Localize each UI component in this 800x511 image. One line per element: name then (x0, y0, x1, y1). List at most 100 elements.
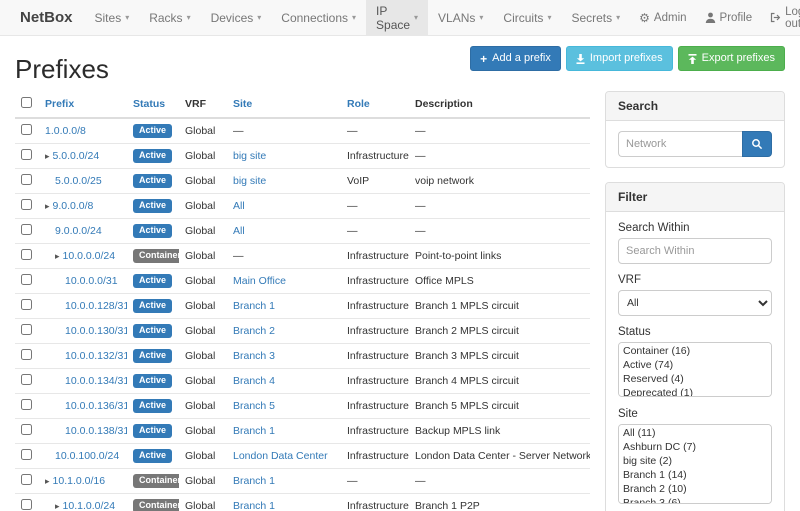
column-header-status[interactable]: Status (127, 91, 179, 118)
site-link[interactable]: London Data Center (233, 450, 328, 462)
prefix-link[interactable]: 10.0.0.130/31 (65, 325, 127, 337)
select-option[interactable]: Branch 3 (6) (620, 496, 770, 504)
site-link[interactable]: All (233, 200, 245, 212)
prefix-link[interactable]: 9.0.0.0/8 (53, 200, 94, 212)
select-all-checkbox[interactable] (21, 97, 32, 108)
nav-item-vlans[interactable]: VLANs▾ (428, 0, 493, 35)
select-option[interactable]: big site (2) (620, 454, 770, 468)
row-checkbox[interactable] (21, 499, 32, 510)
add-a-prefix-button[interactable]: +Add a prefix (470, 46, 561, 71)
search-button[interactable] (742, 131, 772, 157)
prefix-link[interactable]: 10.1.0.0/16 (53, 475, 106, 487)
column-header-prefix[interactable]: Prefix (39, 91, 127, 118)
prefix-link[interactable]: 5.0.0.0/24 (53, 150, 100, 162)
select-option[interactable]: Branch 1 (14) (620, 468, 770, 482)
button-label: Export prefixes (702, 52, 775, 65)
site-link[interactable]: Branch 3 (233, 350, 275, 362)
site-link[interactable]: Branch 1 (233, 300, 275, 312)
expand-caret-icon[interactable]: ▸ (45, 151, 50, 161)
nav-item-secrets[interactable]: Secrets▾ (561, 0, 630, 35)
site-link[interactable]: big site (233, 150, 266, 162)
nav-item-circuits[interactable]: Circuits▾ (493, 0, 561, 35)
select-option[interactable]: Branch 2 (10) (620, 482, 770, 496)
row-checkbox[interactable] (21, 149, 32, 160)
select-option[interactable]: Reserved (4) (620, 372, 770, 386)
expand-caret-icon[interactable]: ▸ (55, 251, 60, 261)
nav-item-devices[interactable]: Devices▾ (201, 0, 272, 35)
row-checkbox[interactable] (21, 324, 32, 335)
site-link[interactable]: All (233, 225, 245, 237)
nav-item-sites[interactable]: Sites▾ (85, 0, 140, 35)
row-checkbox[interactable] (21, 424, 32, 435)
vrf-cell: Global (179, 394, 227, 419)
description-cell: Point-to-point links (409, 244, 590, 269)
status-badge: Active (133, 274, 172, 288)
nav-item-profile[interactable]: Profile (696, 0, 762, 35)
site-link[interactable]: Branch 2 (233, 325, 275, 337)
export-prefixes-button[interactable]: Export prefixes (678, 46, 785, 71)
site-select[interactable]: All (11)Ashburn DC (7)big site (2)Branch… (618, 424, 772, 504)
row-checkbox[interactable] (21, 399, 32, 410)
row-checkbox[interactable] (21, 449, 32, 460)
nav-item-admin[interactable]: ⚙Admin (630, 0, 695, 35)
prefix-link[interactable]: 10.0.0.0/31 (65, 275, 118, 287)
description-cell: Branch 2 MPLS circuit (409, 319, 590, 344)
site-link[interactable]: Branch 5 (233, 400, 275, 412)
nav-item-connections[interactable]: Connections▾ (271, 0, 366, 35)
vrf-select[interactable]: All (618, 290, 772, 316)
row-checkbox[interactable] (21, 374, 32, 385)
site-link[interactable]: Main Office (233, 275, 286, 287)
site-cell: — (227, 244, 341, 269)
role-cell: Infrastructure (341, 369, 409, 394)
select-option[interactable]: Container (16) (620, 344, 770, 358)
search-within-input[interactable] (618, 238, 772, 264)
row-checkbox[interactable] (21, 199, 32, 210)
app-brand[interactable]: NetBox (8, 0, 85, 35)
prefix-link[interactable]: 10.1.0.0/24 (63, 500, 116, 511)
row-checkbox[interactable] (21, 174, 32, 185)
row-checkbox[interactable] (21, 224, 32, 235)
prefix-table: Prefix Status VRF Site Role Description … (15, 91, 590, 511)
prefix-link[interactable]: 5.0.0.0/25 (55, 175, 102, 187)
expand-caret-icon[interactable]: ▸ (45, 476, 50, 486)
site-link[interactable]: Branch 4 (233, 375, 275, 387)
site-link[interactable]: Branch 1 (233, 475, 275, 487)
prefix-link[interactable]: 10.0.0.132/31 (65, 350, 127, 362)
role-cell: Infrastructure (341, 294, 409, 319)
expand-caret-icon[interactable]: ▸ (55, 501, 60, 511)
select-option[interactable]: Ashburn DC (7) (620, 440, 770, 454)
row-checkbox[interactable] (21, 274, 32, 285)
prefix-link[interactable]: 10.0.0.136/31 (65, 400, 127, 412)
search-input[interactable] (618, 131, 742, 157)
nav-item-racks[interactable]: Racks▾ (139, 0, 200, 35)
prefix-link[interactable]: 10.0.0.134/31 (65, 375, 127, 387)
site-link[interactable]: big site (233, 175, 266, 187)
vrf-cell: Global (179, 319, 227, 344)
row-checkbox[interactable] (21, 474, 32, 485)
status-select[interactable]: Container (16)Active (74)Reserved (4)Dep… (618, 342, 772, 397)
prefix-link[interactable]: 10.0.0.128/31 (65, 300, 127, 312)
import-prefixes-button[interactable]: Import prefixes (566, 46, 673, 71)
row-checkbox[interactable] (21, 249, 32, 260)
nav-item-label: Log out (785, 6, 800, 30)
prefix-link[interactable]: 10.0.100.0/24 (55, 450, 119, 462)
row-checkbox[interactable] (21, 349, 32, 360)
prefix-link[interactable]: 1.0.0.0/8 (45, 125, 86, 137)
column-header-site[interactable]: Site (227, 91, 341, 118)
prefix-link[interactable]: 10.0.0.0/24 (63, 250, 116, 262)
prefix-link[interactable]: 10.0.0.138/31 (65, 425, 127, 437)
select-option[interactable]: Deprecated (1) (620, 386, 770, 397)
button-label: Import prefixes (590, 52, 663, 65)
site-link[interactable]: Branch 1 (233, 500, 275, 511)
site-link[interactable]: Branch 1 (233, 425, 275, 437)
nav-item-ip-space[interactable]: IP Space▾ (366, 0, 428, 35)
select-option[interactable]: Active (74) (620, 358, 770, 372)
row-checkbox[interactable] (21, 124, 32, 135)
prefix-link[interactable]: 9.0.0.0/24 (55, 225, 102, 237)
expand-caret-icon[interactable]: ▸ (45, 201, 50, 211)
status-label: Status (618, 326, 772, 338)
select-option[interactable]: All (11) (620, 426, 770, 440)
nav-item-log-out[interactable]: Log out (761, 0, 800, 35)
row-checkbox[interactable] (21, 299, 32, 310)
column-header-role[interactable]: Role (341, 91, 409, 118)
